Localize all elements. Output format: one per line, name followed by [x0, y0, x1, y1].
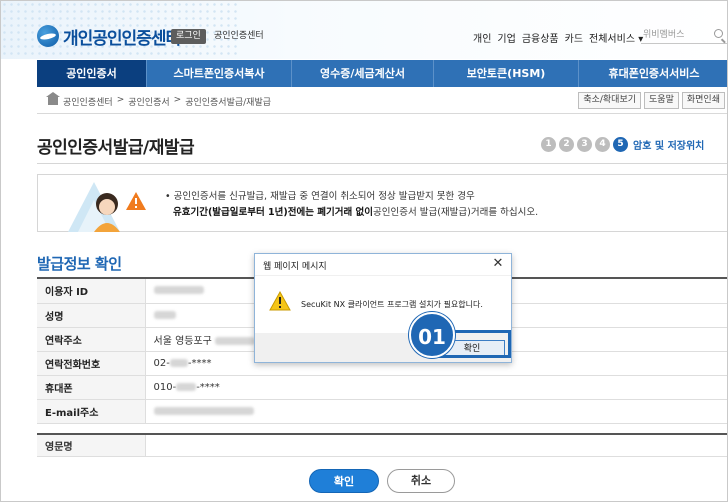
breadcrumb-item[interactable]: 공인인증센터	[63, 95, 113, 108]
site-name: 공인인증센터	[214, 31, 264, 41]
notice-text: • 공인인증서를 신규발급, 재발급 중 연결이 취소되어 정상 발급받지 못한…	[165, 189, 538, 221]
notice-line-2-rest: 공인인증서 발급(재발급)거래를 하십시오.	[373, 207, 539, 218]
help-button[interactable]: 도움말	[644, 92, 679, 109]
masked-value	[176, 382, 197, 391]
util-link-personal[interactable]: 개인	[473, 30, 491, 45]
english-name-table: 영문명	[37, 433, 727, 457]
row-value-email	[145, 399, 727, 424]
nav-item-certificate[interactable]: 공인인증서	[37, 60, 147, 87]
browser-page: 개인공인인증센터 로그인 공인인증센터 개인 기업 금융상품 카드 전체서비스 …	[0, 0, 728, 502]
table-row: 영문명	[37, 434, 727, 457]
row-label-name: 성명	[37, 303, 146, 328]
notice-line-2: 유효기간(발급일로부터 1년)전에는 폐기거래 없이공인인증서 발급(재발급)거…	[165, 205, 538, 221]
step-3: 3	[577, 137, 592, 152]
util-link-finance[interactable]: 금융상품	[522, 30, 559, 45]
util-link-all-services[interactable]: 전체서비스 ▾	[589, 30, 643, 45]
mobile-suffix: -****	[196, 381, 220, 393]
notice-line-1: • 공인인증서를 신규발급, 재발급 중 연결이 취소되어 정상 발급받지 못한…	[165, 191, 475, 202]
row-value-mobile: 010- -****	[145, 375, 727, 400]
nav-item-hsm[interactable]: 보안토큰(HSM)	[434, 60, 579, 87]
logo-text: 개인공인인증센터	[63, 28, 181, 49]
row-label-phone: 연락전화번호	[37, 351, 146, 376]
row-label-mobile: 휴대폰	[37, 375, 146, 400]
phone-prefix: 02-	[153, 357, 170, 369]
print-button[interactable]: 화면인쇄	[681, 92, 725, 109]
section-title: 발급정보 확인	[37, 255, 122, 273]
row-value-english-name	[145, 434, 727, 457]
nav-item-mobile-cert[interactable]: 휴대폰인증서서비스	[579, 60, 727, 87]
step-callout-badge: 01	[409, 312, 455, 358]
zoom-button[interactable]: 축소/확대보기	[578, 92, 642, 109]
search-placeholder: 위비멤버스	[643, 30, 685, 40]
masked-value	[153, 286, 204, 295]
masked-value	[153, 406, 254, 415]
login-button[interactable]: 로그인	[171, 29, 206, 44]
breadcrumb-item[interactable]: 공인인증서	[128, 95, 169, 108]
mobile-prefix: 010-	[153, 381, 177, 393]
notice-line-2-bold: 유효기간(발급일로부터 1년)전에는 폐기거래 없이	[173, 207, 374, 218]
breadcrumb-items: 공인인증센터 > 공인인증서 > 공인인증서발급/재발급	[63, 95, 271, 108]
home-icon[interactable]	[46, 92, 60, 105]
active-step-label: 암호 및 저장위치	[633, 141, 705, 152]
table-row: 휴대폰 010- -****	[37, 375, 727, 400]
util-link-business[interactable]: 기업	[497, 30, 515, 45]
address-value: 서울 영등포구	[153, 335, 212, 347]
dialog-titlebar: 웹 페이지 메시지 ✕	[255, 254, 511, 276]
row-label-address: 연락주소	[37, 327, 146, 352]
row-label-email: E-mail주소	[37, 399, 146, 424]
notice-box: • 공인인증서를 신규발급, 재발급 중 연결이 취소되어 정상 발급받지 못한…	[37, 174, 727, 232]
step-indicator: 1 2 3 4 5 암호 및 저장위치	[541, 137, 704, 152]
phone-suffix: -****	[187, 357, 212, 369]
row-label-english-name: 영문명	[37, 434, 146, 457]
cancel-button[interactable]: 취소	[387, 469, 455, 493]
divider	[37, 163, 727, 164]
site-header: 개인공인인증센터 로그인 공인인증센터 개인 기업 금융상품 카드 전체서비스 …	[1, 1, 727, 59]
masked-value	[153, 310, 176, 319]
search-icon[interactable]	[714, 29, 723, 38]
masked-value	[169, 358, 188, 367]
page-title: 공인인증서발급/재발급	[37, 138, 195, 158]
nav-item-receipts[interactable]: 영수증/세금계산서	[292, 60, 434, 87]
dialog-message: SecuKit NX 클라이언트 프로그램 설치가 필요합니다.	[301, 300, 483, 309]
util-link-card[interactable]: 카드	[565, 30, 583, 45]
utility-links: 개인 기업 금융상품 카드 전체서비스 ▾	[473, 30, 643, 45]
close-icon[interactable]: ✕	[491, 257, 505, 271]
confirm-button[interactable]: 확인	[309, 469, 379, 493]
page-tools: 축소/확대보기 도움말 화면인쇄	[578, 92, 725, 109]
table-row: E-mail주소	[37, 399, 727, 424]
row-label-user-id: 이용자 ID	[37, 279, 146, 304]
masked-value	[215, 336, 256, 345]
breadcrumb-item-current: 공인인증서발급/재발급	[185, 98, 272, 108]
nav-item-smartphone-copy[interactable]: 스마트폰인증서복사	[147, 60, 292, 87]
search-input[interactable]: 위비멤버스	[641, 26, 727, 44]
main-nav: 공인인증서 스마트폰인증서복사 영수증/세금계산서 보안토큰(HSM) 휴대폰인…	[37, 60, 727, 87]
logo-mark-icon	[37, 25, 59, 47]
warning-icon	[269, 291, 291, 311]
breadcrumb-separator: >	[116, 95, 125, 105]
breadcrumb-separator: >	[173, 95, 182, 105]
step-5-active: 5	[613, 137, 628, 152]
dialog-body: SecuKit NX 클라이언트 프로그램 설치가 필요합니다.	[255, 277, 511, 333]
step-2: 2	[559, 137, 574, 152]
breadcrumb: 공인인증센터 > 공인인증서 > 공인인증서발급/재발급 축소/확대보기 도움말…	[37, 89, 727, 114]
step-1: 1	[541, 137, 556, 152]
dialog-title: 웹 페이지 메시지	[263, 262, 327, 272]
site-logo[interactable]: 개인공인인증센터	[37, 25, 181, 49]
step-4: 4	[595, 137, 610, 152]
notice-illustration-icon	[68, 182, 146, 232]
